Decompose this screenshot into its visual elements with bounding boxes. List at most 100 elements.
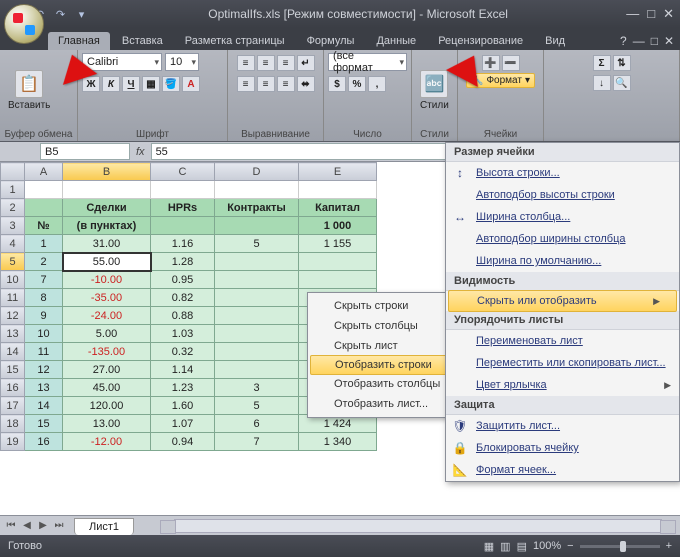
sheet-nav-first[interactable]: ⏮ <box>4 520 18 531</box>
cell[interactable]: -10.00 <box>63 271 151 289</box>
cell[interactable]: -135.00 <box>63 343 151 361</box>
cell[interactable]: 10 <box>25 325 63 343</box>
sheet-nav-prev[interactable]: ◀ <box>20 520 34 531</box>
col-header-a[interactable]: A <box>25 163 63 181</box>
align-bot[interactable]: ≡ <box>277 55 295 71</box>
cell[interactable]: -35.00 <box>63 289 151 307</box>
align-center[interactable]: ≡ <box>257 76 275 92</box>
row-header[interactable]: 4 <box>1 235 25 253</box>
sheet-nav-last[interactable]: ⏭ <box>52 520 66 531</box>
align-top[interactable]: ≡ <box>237 55 255 71</box>
zoom-slider[interactable] <box>580 545 660 548</box>
styles-button[interactable]: 🔤Стили <box>416 68 453 113</box>
align-right[interactable]: ≡ <box>277 76 295 92</box>
align-mid[interactable]: ≡ <box>257 55 275 71</box>
sheet-tab-1[interactable]: Лист1 <box>74 518 134 535</box>
delete-cells[interactable]: ➖ <box>502 55 520 71</box>
row-header[interactable]: 16 <box>1 379 25 397</box>
ctx-hide-sheet[interactable]: Скрыть лист <box>308 336 458 356</box>
cell[interactable]: 120.00 <box>63 397 151 415</box>
fill-button[interactable]: ↓ <box>593 75 611 91</box>
mdi-minimize-icon[interactable]: — <box>633 34 645 48</box>
cell[interactable]: 9 <box>25 307 63 325</box>
bold-button[interactable]: Ж <box>82 76 100 92</box>
fmt-tab-color[interactable]: Цвет ярлычка▶ <box>446 374 679 396</box>
cell[interactable] <box>215 343 299 361</box>
tab-page-layout[interactable]: Разметка страницы <box>175 32 295 50</box>
row-header[interactable]: 11 <box>1 289 25 307</box>
cell[interactable]: 45.00 <box>63 379 151 397</box>
cell[interactable] <box>215 325 299 343</box>
name-box[interactable]: B5 <box>40 143 130 160</box>
col-header-d[interactable]: D <box>215 163 299 181</box>
row-header[interactable]: 10 <box>1 271 25 289</box>
row-header[interactable]: 19 <box>1 433 25 451</box>
cell[interactable]: 0.82 <box>151 289 215 307</box>
cell[interactable]: 0.32 <box>151 343 215 361</box>
cell[interactable]: 1.28 <box>151 253 215 271</box>
cell[interactable]: 31.00 <box>63 235 151 253</box>
row-header[interactable]: 18 <box>1 415 25 433</box>
cell[interactable]: 13 <box>25 379 63 397</box>
col-header-b[interactable]: B <box>63 163 151 181</box>
cell[interactable]: 0.88 <box>151 307 215 325</box>
fmt-autofit-row[interactable]: Автоподбор высоты строки <box>446 184 679 206</box>
qat-more-icon[interactable]: ▾ <box>73 6 90 23</box>
view-layout-icon[interactable]: ▥ <box>500 540 510 553</box>
merge-button[interactable]: ⬌ <box>297 76 315 92</box>
cell[interactable]: -24.00 <box>63 307 151 325</box>
fmt-lock-cell[interactable]: 🔒Блокировать ячейку <box>446 437 679 459</box>
fmt-default-width[interactable]: Ширина по умолчанию... <box>446 250 679 272</box>
italic-button[interactable]: К <box>102 76 120 92</box>
cell[interactable]: 14 <box>25 397 63 415</box>
cell[interactable] <box>215 307 299 325</box>
sheet-nav-next[interactable]: ▶ <box>36 520 50 531</box>
cell[interactable]: 1.60 <box>151 397 215 415</box>
col-header-e[interactable]: E <box>299 163 377 181</box>
fx-icon[interactable]: fx <box>136 146 145 158</box>
cell[interactable]: 7 <box>25 271 63 289</box>
fmt-format-cells[interactable]: 📐Формат ячеек... <box>446 459 679 481</box>
cell[interactable]: 1 340 <box>299 433 377 451</box>
font-size-combo[interactable]: 10 <box>165 53 199 71</box>
cell[interactable]: 1 <box>25 235 63 253</box>
cell[interactable]: 3 <box>215 379 299 397</box>
cell[interactable]: 0.94 <box>151 433 215 451</box>
cell[interactable]: 1.03 <box>151 325 215 343</box>
cell[interactable]: 6 <box>215 415 299 433</box>
horizontal-scrollbar[interactable] <box>174 519 662 533</box>
tab-home[interactable]: Главная <box>48 32 110 50</box>
cell[interactable]: 5.00 <box>63 325 151 343</box>
autosum-button[interactable]: Σ <box>593 55 611 71</box>
tab-formulas[interactable]: Формулы <box>297 32 365 50</box>
fmt-hide-unhide[interactable]: Скрыть или отобразить▶ <box>448 290 677 312</box>
comma-button[interactable]: , <box>368 76 386 92</box>
cell[interactable]: 2 <box>25 253 63 271</box>
tab-view[interactable]: Вид <box>535 32 575 50</box>
find-button[interactable]: 🔍 <box>613 75 631 91</box>
tab-review[interactable]: Рецензирование <box>428 32 533 50</box>
zoom-out-icon[interactable]: − <box>567 540 573 552</box>
col-header-c[interactable]: C <box>151 163 215 181</box>
view-pagebreak-icon[interactable]: ▤ <box>517 540 527 553</box>
cell[interactable]: 11 <box>25 343 63 361</box>
row-header[interactable]: 5 <box>1 253 25 271</box>
border-button[interactable]: ▦ <box>142 76 160 92</box>
select-all-corner[interactable] <box>1 163 25 181</box>
number-format-combo[interactable]: (все формат <box>328 53 407 71</box>
cell[interactable]: 5 <box>215 397 299 415</box>
zoom-level[interactable]: 100% <box>533 540 561 552</box>
row-header[interactable]: 2 <box>1 199 25 217</box>
ctx-hide-rows[interactable]: Скрыть строки <box>308 296 458 316</box>
row-header[interactable]: 13 <box>1 325 25 343</box>
fmt-rename-sheet[interactable]: Переименовать лист <box>446 330 679 352</box>
ctx-unhide-columns[interactable]: Отобразить столбцы <box>308 374 458 394</box>
maximize-icon[interactable]: □ <box>647 6 655 22</box>
sort-button[interactable]: ⇅ <box>613 55 631 71</box>
cell[interactable] <box>215 253 299 271</box>
cell[interactable]: 1 155 <box>299 235 377 253</box>
row-header[interactable]: 3 <box>1 217 25 235</box>
paste-button[interactable]: 📋Вставить <box>4 68 54 113</box>
fill-color-button[interactable]: 🪣 <box>162 76 180 92</box>
cell[interactable]: 5 <box>215 235 299 253</box>
